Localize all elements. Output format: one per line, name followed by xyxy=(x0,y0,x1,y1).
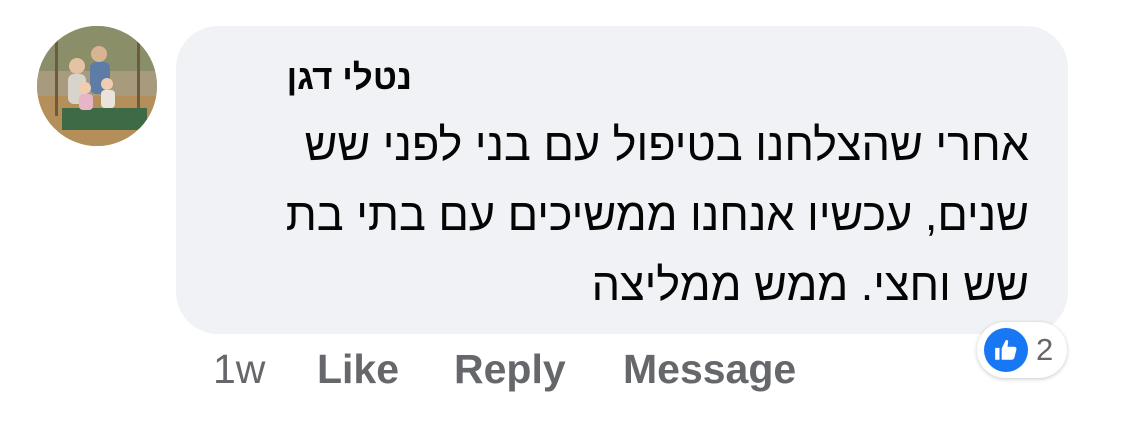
thumbs-up-icon xyxy=(984,328,1028,372)
avatar-photo xyxy=(37,26,157,146)
comment-timestamp[interactable]: 1w xyxy=(213,346,265,393)
avatar[interactable] xyxy=(37,26,157,146)
comment-text-line: שש וחצי. ממש ממליצה xyxy=(591,259,1029,310)
comment-text-line: שנים, עכשיו אנחנו ממשיכים עם בתי בת xyxy=(285,189,1029,240)
reply-button[interactable]: Reply xyxy=(454,346,566,393)
message-button[interactable]: Message xyxy=(623,346,796,393)
comment-text-line: אחרי שהצלחנו בטיפול עם בני לפני שש xyxy=(304,119,1029,170)
reaction-summary[interactable]: 2 xyxy=(977,322,1067,378)
reaction-count: 2 xyxy=(1036,332,1054,367)
comment-author[interactable]: נטלי דגן xyxy=(287,58,412,98)
like-button[interactable]: Like xyxy=(317,346,399,393)
